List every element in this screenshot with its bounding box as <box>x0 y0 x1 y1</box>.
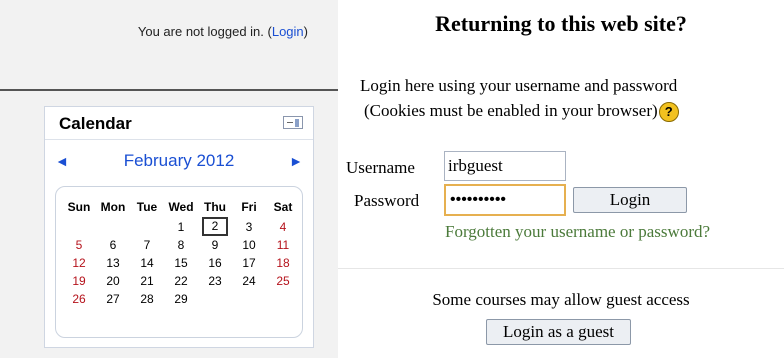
calendar-day[interactable]: 25 <box>266 272 300 290</box>
calendar-day[interactable]: 1 <box>164 217 198 236</box>
calendar-empty-cell <box>266 290 300 308</box>
guest-access-text: Some courses may allow guest access <box>432 290 690 309</box>
calendar-today[interactable]: 2 <box>202 217 228 236</box>
calendar-day[interactable]: 29 <box>164 290 198 308</box>
calendar-empty-cell <box>130 217 164 236</box>
calendar-day[interactable]: 27 <box>96 290 130 308</box>
divider <box>0 89 338 91</box>
weekday-header: Tue <box>136 200 158 214</box>
calendar-empty-cell <box>96 217 130 236</box>
login-intro-line1: Login here using your username and passw… <box>360 76 678 95</box>
login-info: You are not logged in. (Login) <box>0 24 308 39</box>
password-label: Password <box>354 191 420 210</box>
calendar-day[interactable]: 4 <box>266 217 300 236</box>
login-button[interactable]: Login <box>573 187 687 213</box>
login-info-suffix: ) <box>303 24 308 39</box>
calendar-day[interactable]: 11 <box>266 236 300 254</box>
calendar-week-row: 1234 <box>62 217 300 236</box>
next-month-icon[interactable]: ► <box>289 153 303 169</box>
calendar-day[interactable]: 19 <box>62 272 96 290</box>
calendar-day[interactable]: 15 <box>164 254 198 272</box>
login-info-prefix: You are not logged in. ( <box>137 24 272 39</box>
help-icon[interactable]: ? <box>658 102 679 123</box>
login-intro-line2: (Cookies must be enabled in your browser… <box>364 101 679 123</box>
calendar-block: Calendar ◄ February 2012 ► Sun Mon Tue Wed T… <box>44 106 314 348</box>
calendar-day[interactable]: 17 <box>232 254 266 272</box>
login-as-guest-button[interactable]: Login as a guest <box>486 319 631 345</box>
calendar-day[interactable]: 14 <box>130 254 164 272</box>
username-label: Username <box>346 158 415 177</box>
weekday-header: Fri <box>241 200 257 214</box>
calendar-title: Calendar <box>59 114 132 133</box>
cookies-note: (Cookies must be enabled in your browser… <box>364 101 658 120</box>
calendar-day[interactable]: 22 <box>164 272 198 290</box>
calendar-header: Calendar <box>45 107 313 139</box>
weekday-header: Sat <box>273 200 293 214</box>
calendar-month-nav: ◄ February 2012 ► <box>45 150 313 172</box>
forgot-password-link[interactable]: Forgotten your username or password? <box>445 222 710 242</box>
calendar-header-divider <box>45 139 313 140</box>
calendar-day[interactable]: 6 <box>96 236 130 254</box>
weekday-header-row: Sun Mon Tue Wed Thu Fri Sat <box>62 197 300 217</box>
calendar-day[interactable]: 9 <box>198 236 232 254</box>
month-title[interactable]: February 2012 <box>45 151 313 171</box>
calendar-day[interactable]: 7 <box>130 236 164 254</box>
calendar-week-row: 26 27 28 29 <box>62 290 300 308</box>
login-heading: Returning to this web site? <box>435 11 687 36</box>
calendar-day[interactable]: 2 <box>198 217 232 236</box>
calendar-day[interactable]: 20 <box>96 272 130 290</box>
calendar-days: 1 2 3 4 5 6 7 8 9 10 11 12 13 14 15 16 17 18 19 20 21 22 23 24 2… <box>62 217 300 308</box>
calendar-table: Sun Mon Tue Wed Thu Fri Sat 1 2 3 4 5 6 7 8 9 10 11 12 13 1… <box>62 197 300 308</box>
calendar-day[interactable]: 26 <box>62 290 96 308</box>
weekday-header: Mon <box>100 200 126 214</box>
weekday-header: Thu <box>204 200 226 214</box>
calendar-day[interactable]: 28 <box>130 290 164 308</box>
username-input[interactable] <box>444 151 566 181</box>
calendar-day[interactable]: 12 <box>62 254 96 272</box>
weekday-header: Sun <box>67 200 91 214</box>
left-column: You are not logged in. (Login) Calendar … <box>0 0 338 358</box>
calendar-empty-cell <box>62 217 96 236</box>
calendar-week-row: 19 20 21 22 23 24 25 <box>62 272 300 290</box>
guest-divider <box>338 268 784 269</box>
calendar-day[interactable]: 3 <box>232 217 266 236</box>
calendar-day[interactable]: 18 <box>266 254 300 272</box>
calendar-day[interactable]: 10 <box>232 236 266 254</box>
calendar-day[interactable]: 8 <box>164 236 198 254</box>
calendar-day[interactable]: 16 <box>198 254 232 272</box>
calendar-day[interactable]: 23 <box>198 272 232 290</box>
calendar-empty-cell <box>232 290 266 308</box>
login-link[interactable]: Login <box>272 24 304 39</box>
calendar-day[interactable]: 24 <box>232 272 266 290</box>
hide-block-icon[interactable] <box>283 116 303 129</box>
calendar-grid: Sun Mon Tue Wed Thu Fri Sat 1 2 3 4 5 6 7 8 9 10 11 12 13 1… <box>55 186 303 338</box>
weekday-header: Wed <box>168 200 194 214</box>
calendar-week-row: 5 6 7 8 9 10 11 <box>62 236 300 254</box>
calendar-week-row: 12 13 14 15 16 17 18 <box>62 254 300 272</box>
calendar-empty-cell <box>198 290 232 308</box>
password-input[interactable] <box>444 184 566 216</box>
calendar-day[interactable]: 13 <box>96 254 130 272</box>
calendar-day[interactable]: 5 <box>62 236 96 254</box>
calendar-day[interactable]: 21 <box>130 272 164 290</box>
